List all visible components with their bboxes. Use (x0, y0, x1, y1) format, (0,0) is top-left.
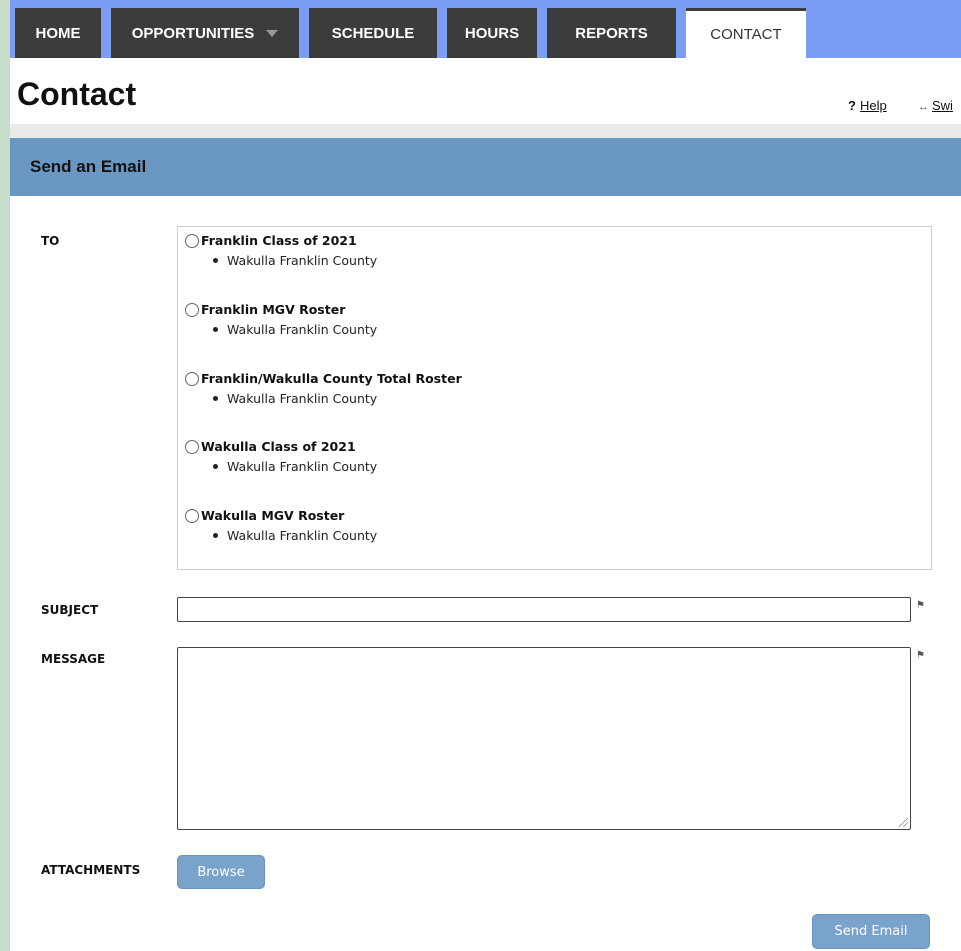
tab-opportunities[interactable]: OPPORTUNITIES (111, 8, 299, 58)
help-link-label[interactable]: Help (860, 98, 887, 113)
main-content: Contact ? Help ↔ Swi Send an Email TO Fran… (10, 58, 961, 951)
browse-button[interactable]: Browse (177, 855, 265, 889)
recipient-radio[interactable] (185, 233, 199, 248)
tab-hours[interactable]: HOURS (447, 8, 537, 58)
switch-arrows-icon: ↔ (918, 101, 929, 113)
recipient-radio[interactable] (185, 302, 199, 317)
top-navigation: HOME OPPORTUNITIES SCHEDULE HOURS REPORT… (10, 0, 961, 58)
to-label: TO (41, 234, 60, 248)
recipient-group-label: Wakulla Franklin County (227, 322, 378, 337)
recipient-group: Wakulla Franklin County (213, 322, 377, 337)
send-email-button-label: Send Email (834, 924, 908, 939)
recipient-group: Wakulla Franklin County (213, 528, 377, 543)
recipient-list: Franklin Class of 2021 Wakulla Franklin … (177, 226, 932, 570)
tab-hours-label: HOURS (464, 24, 520, 42)
message-label: MESSAGE (41, 652, 106, 666)
tab-contact-label: CONTACT (710, 26, 782, 43)
recipient-name: Franklin Class of 2021 (201, 233, 357, 248)
recipient-item: Franklin Class of 2021 Wakulla Franklin … (185, 233, 377, 268)
chevron-down-icon[interactable] (266, 29, 279, 37)
resize-handle-icon[interactable] (899, 818, 908, 827)
recipient-group: Wakulla Franklin County (213, 391, 462, 406)
recipient-item: Wakulla MGV Roster Wakulla Franklin Coun… (185, 508, 377, 543)
bullet-icon (213, 327, 218, 332)
tab-reports-label: REPORTS (575, 24, 648, 42)
recipient-name: Franklin MGV Roster (201, 302, 346, 317)
tab-home-label: HOME (35, 24, 81, 42)
message-textarea[interactable] (177, 647, 911, 830)
switch-link[interactable]: ↔ Swi (918, 98, 953, 113)
switch-link-label[interactable]: Swi (932, 98, 953, 113)
recipient-group-label: Wakulla Franklin County (227, 528, 378, 543)
tab-reports[interactable]: REPORTS (547, 8, 676, 58)
bullet-icon (213, 396, 218, 401)
page-left-border (0, 0, 10, 951)
recipient-radio[interactable] (185, 508, 199, 523)
recipient-name: Wakulla MGV Roster (201, 508, 345, 523)
tab-schedule-label: SCHEDULE (331, 24, 415, 42)
recipient-item: Franklin/Wakulla County Total Roster Wak… (185, 371, 462, 406)
bullet-icon (213, 533, 218, 538)
recipient-item: Franklin MGV Roster Wakulla Franklin Cou… (185, 302, 377, 337)
section-header: Send an Email (10, 138, 961, 196)
recipient-item: Wakulla Class of 2021 Wakulla Franklin C… (185, 439, 377, 474)
help-link[interactable]: ? Help (848, 98, 887, 113)
recipient-group: Wakulla Franklin County (213, 253, 377, 268)
recipient-name: Wakulla Class of 2021 (201, 439, 356, 454)
section-title: Send an Email (30, 157, 147, 176)
tab-opportunities-label: OPPORTUNITIES (131, 24, 255, 42)
flag-icon: ⚑ (916, 650, 925, 661)
tab-home[interactable]: HOME (15, 8, 101, 58)
subject-label: SUBJECT (41, 603, 99, 617)
recipient-group-label: Wakulla Franklin County (227, 253, 378, 268)
bullet-icon (213, 464, 218, 469)
tab-contact[interactable]: CONTACT (686, 8, 806, 58)
bullet-icon (213, 258, 218, 263)
attachments-label: ATTACHMENTS (41, 863, 141, 877)
tab-schedule[interactable]: SCHEDULE (309, 8, 437, 58)
recipient-radio[interactable] (185, 439, 199, 454)
recipient-group-label: Wakulla Franklin County (227, 459, 378, 474)
page-title: Contact (17, 76, 137, 112)
title-bar: Contact ? Help ↔ Swi (10, 58, 961, 124)
flag-icon: ⚑ (916, 600, 925, 611)
browse-button-label: Browse (197, 864, 245, 880)
recipient-name: Franklin/Wakulla County Total Roster (201, 371, 462, 386)
recipient-group-label: Wakulla Franklin County (227, 391, 378, 406)
recipient-group: Wakulla Franklin County (213, 459, 377, 474)
divider-band (10, 124, 961, 138)
recipient-radio[interactable] (185, 371, 199, 386)
subject-input[interactable] (177, 597, 911, 622)
send-email-button[interactable]: Send Email (812, 914, 930, 949)
help-icon: ? (848, 98, 856, 113)
